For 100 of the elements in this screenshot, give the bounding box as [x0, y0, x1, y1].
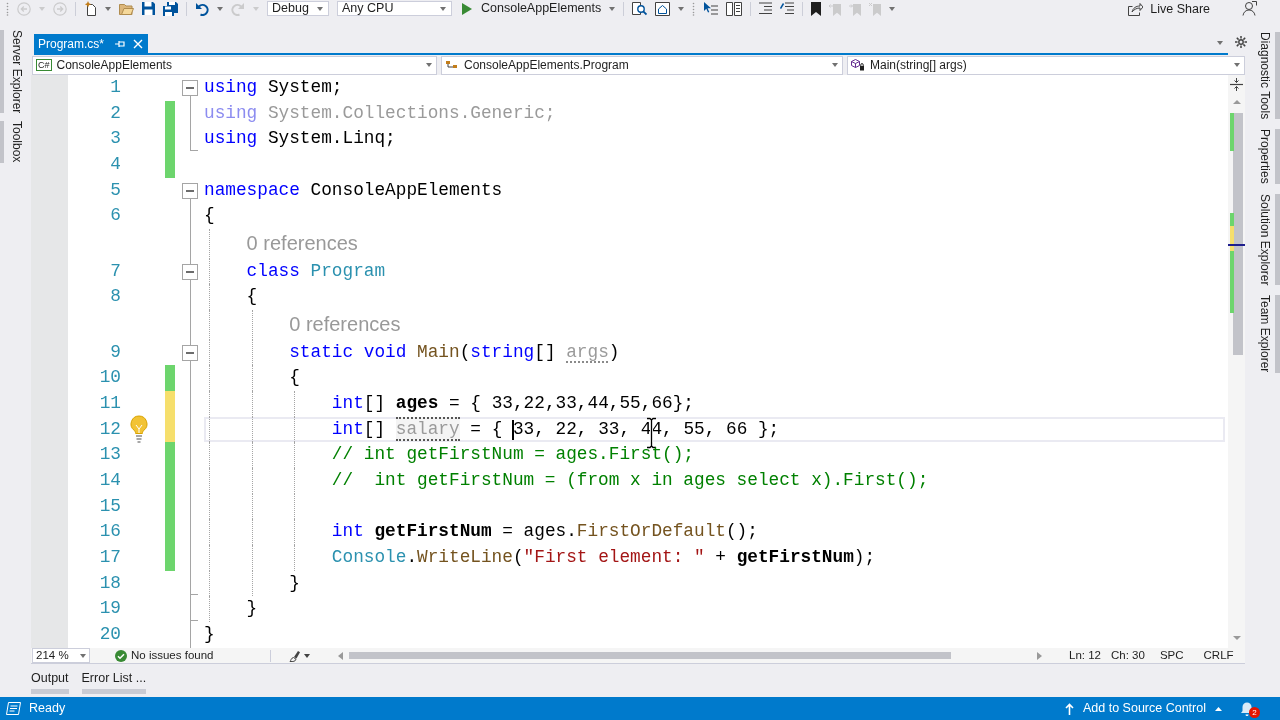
brush-icon[interactable] — [289, 649, 301, 662]
caret-icon[interactable] — [426, 63, 432, 67]
collapse-icon[interactable] — [182, 182, 198, 199]
line-number: 15 — [99, 494, 121, 518]
dropdown[interactable]: Any CPU — [337, 1, 452, 16]
dropdown[interactable]: ConsoleAppElements.Program — [441, 55, 843, 75]
caret-icon[interactable] — [317, 6, 323, 11]
caret-icon[interactable] — [832, 63, 838, 67]
bookmark-icon[interactable] — [811, 1, 822, 16]
caret-icon[interactable] — [889, 6, 896, 11]
code-line: // int getFirstNum = ages.First(); — [331, 444, 694, 465]
project-type-label: C# — [36, 59, 52, 71]
gripper-icon — [6, 1, 9, 16]
settings-icon[interactable] — [1235, 36, 1247, 48]
collapse-icon[interactable] — [182, 80, 198, 96]
caret-icon[interactable] — [1217, 41, 1223, 45]
code-line: static void Main(string[] args) — [289, 341, 620, 362]
notification-badge: 2 — [1249, 707, 1260, 718]
caret-icon[interactable] — [217, 6, 223, 11]
new-file-icon[interactable] — [84, 1, 97, 16]
scroll-right-icon[interactable] — [1037, 651, 1042, 660]
caret-icon[interactable] — [80, 653, 86, 658]
line-number: 9 — [110, 340, 121, 364]
code-line: int getFirstNum = ages.FirstOrDefault(); — [331, 521, 758, 542]
play-icon — [462, 2, 472, 15]
indent-lines-icon[interactable] — [759, 2, 773, 15]
scrollbar-thumb[interactable] — [1233, 113, 1243, 355]
comment-lines-icon[interactable] — [780, 2, 795, 15]
code-line: int[] ages = { 33,22,33,44,55,66}; — [331, 392, 695, 413]
line-number: 2 — [110, 101, 121, 125]
scrollbar-thumb[interactable] — [349, 652, 951, 659]
pin-icon[interactable] — [115, 38, 126, 49]
cube-lock-icon — [851, 59, 865, 71]
code-line: using System.Linq; — [204, 128, 396, 149]
line-number: 20 — [99, 623, 121, 647]
lightbulb-icon[interactable] — [129, 414, 149, 444]
dropdown[interactable]: C# ConsoleAppElements — [32, 55, 437, 75]
text-cursor — [511, 419, 514, 440]
caret-icon[interactable] — [105, 6, 111, 11]
code-line: { — [289, 367, 300, 388]
tool-window-tab[interactable]: Team Explorer — [1254, 295, 1280, 373]
gripper-icon — [692, 1, 696, 16]
line-position: Ln: 12 — [1069, 647, 1101, 663]
columns-icon[interactable] — [726, 1, 743, 16]
column-position: Ch: 30 — [1111, 647, 1145, 663]
scroll-down-icon[interactable] — [1232, 636, 1241, 640]
caret-icon[interactable] — [304, 653, 310, 658]
line-number: 19 — [99, 597, 121, 621]
start-button[interactable]: ConsoleAppElements — [460, 1, 602, 16]
code-line: { — [246, 286, 258, 307]
source-control-button[interactable]: Add to Source Control — [1065, 699, 1222, 718]
undo-icon[interactable] — [195, 1, 209, 16]
line-ending: CRLF — [1203, 647, 1234, 663]
zoom-dropdown[interactable]: 214 % — [32, 648, 90, 663]
caret-icon[interactable] — [1234, 63, 1240, 67]
up-arrow-icon — [1065, 702, 1074, 715]
tool-window-tab[interactable]: Properties — [1254, 129, 1280, 184]
caret-icon[interactable] — [440, 6, 446, 11]
collapse-icon[interactable] — [182, 344, 198, 361]
vertical-scrollbar[interactable] — [1228, 75, 1245, 648]
caret-marker — [1228, 243, 1245, 246]
split-icon[interactable] — [1230, 78, 1243, 91]
cursor-list-icon[interactable] — [703, 1, 719, 16]
code-line: } — [204, 624, 215, 645]
line-number: 10 — [99, 366, 121, 390]
code-line: { — [204, 205, 215, 226]
caret-icon[interactable] — [678, 6, 685, 11]
code-line: Console.WriteLine("First element: " + getFirstNum); — [331, 547, 876, 567]
tool-window-tab[interactable]: Solution Explorer — [1254, 193, 1280, 286]
tool-window-tab[interactable]: Toolbox — [0, 121, 26, 163]
notes-icon — [6, 702, 21, 715]
person-icon[interactable] — [1242, 1, 1257, 16]
code-line: namespace ConsoleAppElements — [204, 179, 503, 200]
find-icon[interactable] — [632, 1, 648, 16]
tool-window-tab[interactable]: Server Explorer — [0, 30, 26, 114]
dropdown[interactable]: Debug — [267, 1, 329, 16]
scroll-left-icon[interactable] — [338, 651, 343, 660]
collapse-icon[interactable] — [182, 263, 198, 280]
code-line: int[] salary = { 33, 22, 33, 44, 55, 66 }; — [331, 416, 780, 441]
caret-icon[interactable] — [609, 6, 616, 11]
save-all-icon[interactable] — [163, 1, 178, 16]
code-line: } — [289, 572, 300, 593]
home-icon[interactable] — [655, 1, 671, 16]
close-icon[interactable] — [133, 38, 144, 49]
code-line: class Program — [246, 260, 386, 281]
line-number: 11 — [99, 391, 121, 415]
open-folder-icon[interactable] — [119, 2, 134, 15]
caret-up-icon — [1215, 706, 1222, 711]
tool-window-tab[interactable]: Diagnostic Tools — [1254, 32, 1280, 120]
live-share-button[interactable]: Live Share — [1128, 1, 1210, 16]
dropdown[interactable]: Main(string[] args) — [847, 55, 1245, 75]
line-number: 7 — [110, 259, 121, 283]
save-icon[interactable] — [142, 2, 155, 15]
line-number: 1 — [110, 76, 121, 99]
line-number: 12 — [99, 417, 121, 441]
scroll-up-icon[interactable] — [1232, 100, 1241, 104]
document-tab[interactable]: Program.cs* — [34, 34, 149, 53]
indent-mode: SPC — [1159, 647, 1184, 663]
linked-boxes-icon — [445, 59, 459, 71]
line-number: 14 — [99, 468, 121, 492]
